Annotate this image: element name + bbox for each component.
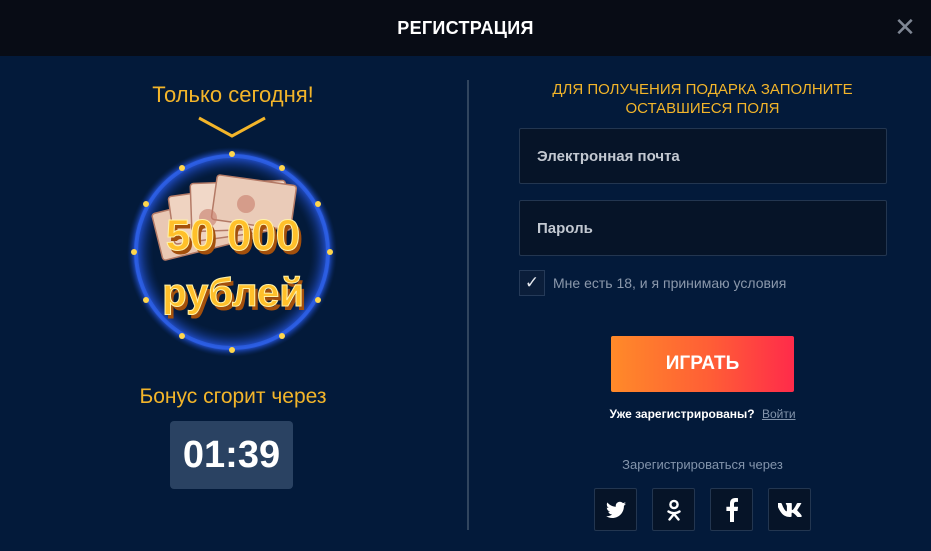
vk-icon: [777, 502, 802, 517]
registration-form: ДЛЯ ПОЛУЧЕНИЯ ПОДАРКА ЗАПОЛНИТЕ ОСТАВШИЕ…: [470, 56, 931, 551]
odnoklassniki-icon: [666, 499, 681, 521]
facebook-button[interactable]: [710, 488, 753, 531]
play-button[interactable]: ИГРАТЬ: [611, 336, 794, 392]
login-prompt: Уже зарегистрированы? Войти: [470, 407, 931, 421]
terms-checkbox[interactable]: ✓: [519, 270, 545, 296]
email-field[interactable]: [519, 128, 887, 184]
terms-label: Мне есть 18, и я принимаю условия: [553, 275, 787, 291]
register-via-label: Зарегистрироваться через: [622, 457, 783, 472]
modal-header: РЕГИСТРАЦИЯ ✕: [0, 0, 931, 56]
modal-title: РЕГИСТРАЦИЯ: [397, 17, 534, 38]
modal-body: Только сегодня! 50 000 рублей Бонус сгор…: [0, 56, 931, 551]
bonus-panel: Только сегодня! 50 000 рублей Бонус сгор…: [0, 56, 466, 551]
only-today-label: Только сегодня!: [152, 82, 314, 107]
login-link[interactable]: Войти: [762, 407, 796, 421]
vk-button[interactable]: [768, 488, 811, 531]
already-registered-label: Уже зарегистрированы?: [609, 407, 755, 421]
facebook-icon: [725, 497, 738, 522]
twitter-icon: [605, 501, 626, 518]
twitter-button[interactable]: [594, 488, 637, 531]
prize-amount: 50 000: [165, 211, 301, 261]
close-icon[interactable]: ✕: [893, 14, 917, 40]
countdown-timer: 01:39: [170, 421, 293, 489]
promo-text: ДЛЯ ПОЛУЧЕНИЯ ПОДАРКА ЗАПОЛНИТЕ ОСТАВШИЕ…: [552, 81, 853, 117]
odnoklassniki-button[interactable]: [652, 488, 695, 531]
panel-divider: [467, 80, 469, 530]
password-field[interactable]: [519, 200, 887, 256]
prize-currency: рублей: [162, 271, 305, 316]
bonus-expires-label: Бонус сгорит через: [139, 385, 327, 408]
checkmark-icon: ✓: [524, 273, 540, 292]
chevron-down-icon: [198, 116, 266, 138]
terms-row: ✓ Мне есть 18, и я принимаю условия: [519, 270, 786, 296]
